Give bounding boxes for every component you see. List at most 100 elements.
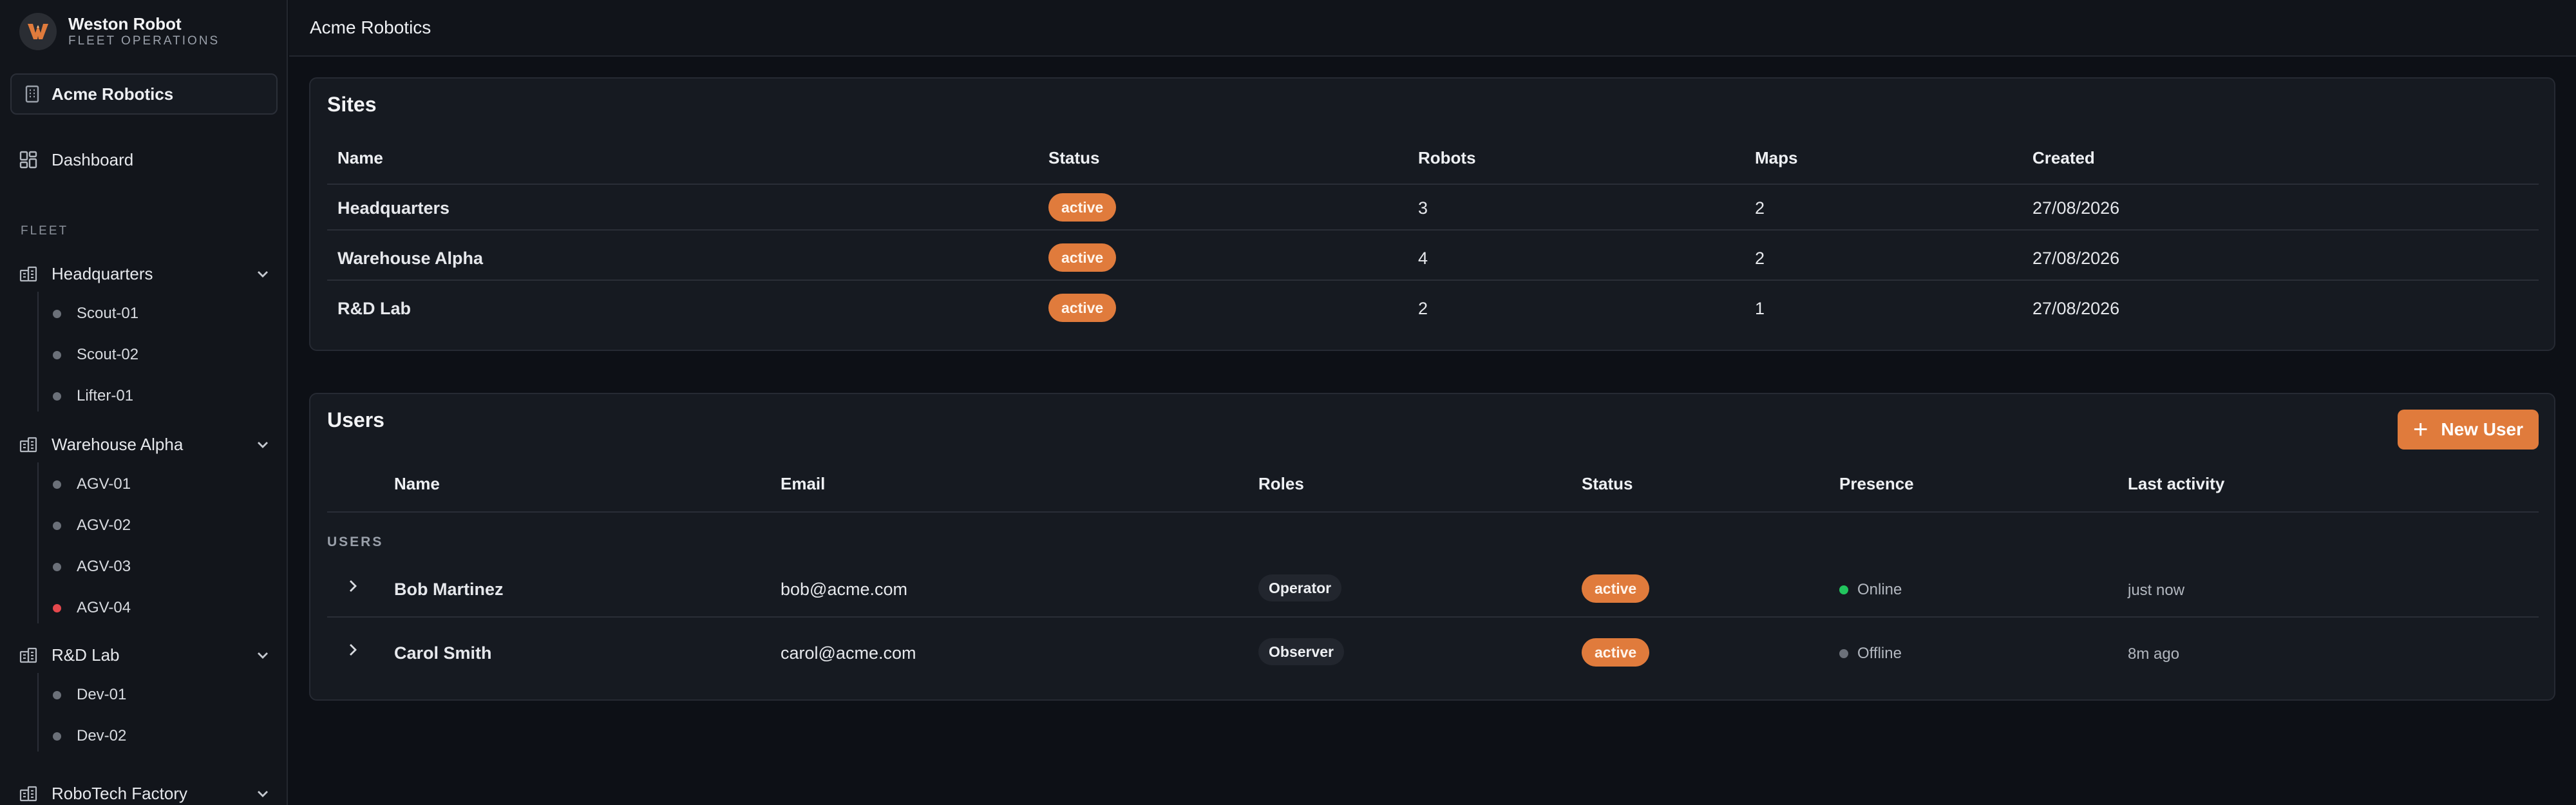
top-bar: Acme Robotics xyxy=(289,0,2576,57)
robot-status-dot xyxy=(53,562,61,571)
sites-col-created: Created xyxy=(2032,148,2095,167)
brand-subtitle: FLEET OPERATIONS xyxy=(68,34,220,48)
sidebar-group-label: RoboTech Factory xyxy=(52,783,187,803)
presence-dot xyxy=(1839,649,1848,658)
site-name[interactable]: R&D Lab xyxy=(337,299,411,319)
robot-status-dot xyxy=(53,350,61,359)
status-badge: active xyxy=(1582,574,1650,603)
sidebar-group-label: Warehouse Alpha xyxy=(52,434,184,454)
users-col-roles: Roles xyxy=(1258,474,1304,493)
presence-indicator: Online xyxy=(1839,581,1902,599)
chevron-right-icon[interactable] xyxy=(346,642,359,658)
chevron-down-icon[interactable] xyxy=(255,647,270,663)
sidebar-group-2[interactable]: R&D Lab xyxy=(19,641,270,669)
sites-col-robots: Robots xyxy=(1418,148,1476,167)
users-card: Users + New User Name Email Roles Status… xyxy=(309,393,2555,701)
nav-dashboard[interactable]: Dashboard xyxy=(19,146,133,174)
sidebar-robot-item[interactable]: Lifter-01 xyxy=(53,383,133,409)
org-switcher-label: Acme Robotics xyxy=(52,84,174,104)
chevron-down-icon[interactable] xyxy=(255,266,270,281)
site-name[interactable]: Headquarters xyxy=(337,198,450,218)
nav-dashboard-label: Dashboard xyxy=(52,149,134,169)
dashboard-icon xyxy=(19,151,37,169)
sidebar: Weston Robot FLEET OPERATIONS Acme Robot… xyxy=(0,0,288,805)
sidebar-group-0[interactable]: Headquarters xyxy=(19,260,270,288)
presence-dot xyxy=(1839,585,1848,594)
user-name[interactable]: Bob Martinez xyxy=(394,580,504,600)
sidebar-robot-item[interactable]: AGV-02 xyxy=(53,513,131,538)
last-activity: just now xyxy=(2128,582,2185,599)
role-chip: Observer xyxy=(1258,638,1345,665)
robot-label: Lifter-01 xyxy=(77,387,134,404)
chevron-right-icon[interactable] xyxy=(346,578,359,594)
site-maps-count: 2 xyxy=(1755,249,1765,268)
users-col-last-activity: Last activity xyxy=(2128,474,2225,493)
site-robots-count: 2 xyxy=(1418,299,1428,318)
robot-label: AGV-03 xyxy=(77,558,131,575)
robot-status-dot xyxy=(53,521,61,530)
presence-label: Online xyxy=(1857,581,1902,598)
users-col-status: Status xyxy=(1582,474,1633,493)
sites-col-status: Status xyxy=(1048,148,1100,167)
sidebar-group-3[interactable]: RoboTech Factory xyxy=(19,779,270,805)
site-maps-count: 1 xyxy=(1755,299,1765,318)
building-icon xyxy=(19,436,37,453)
chevron-down-icon[interactable] xyxy=(255,437,270,452)
sidebar-robot-item[interactable]: AGV-03 xyxy=(53,554,131,580)
sidebar-group-label: Headquarters xyxy=(52,263,153,283)
robot-status-dot xyxy=(53,732,61,741)
status-badge: active xyxy=(1582,638,1650,667)
sidebar-robot-item[interactable]: AGV-01 xyxy=(53,471,131,497)
building-icon xyxy=(19,785,37,802)
robot-label: AGV-01 xyxy=(77,475,131,493)
status-badge: active xyxy=(1048,294,1117,322)
users-col-presence: Presence xyxy=(1839,474,1914,493)
presence-label: Offline xyxy=(1857,645,1902,662)
new-user-button[interactable]: + New User xyxy=(2398,410,2539,450)
weston-logo-icon xyxy=(19,13,57,50)
sidebar-robot-item[interactable]: Dev-02 xyxy=(53,723,126,749)
user-name[interactable]: Carol Smith xyxy=(394,643,492,663)
site-created-date: 27/08/2026 xyxy=(2032,198,2120,218)
robot-status-dot xyxy=(53,392,61,401)
site-name[interactable]: Warehouse Alpha xyxy=(337,249,483,269)
users-col-email: Email xyxy=(781,474,826,493)
robot-label: Scout-01 xyxy=(77,305,139,322)
breadcrumb[interactable]: Acme Robotics xyxy=(310,17,431,38)
brand-name: Weston Robot xyxy=(68,14,182,33)
users-col-name: Name xyxy=(394,474,440,493)
fleet-section-label: FLEET xyxy=(21,224,69,238)
users-title: Users xyxy=(327,408,384,431)
site-created-date: 27/08/2026 xyxy=(2032,249,2120,268)
divider xyxy=(327,229,2539,231)
sidebar-group-1[interactable]: Warehouse Alpha xyxy=(19,430,270,459)
divider xyxy=(327,616,2539,618)
last-activity: 8m ago xyxy=(2128,645,2180,663)
plus-icon: + xyxy=(2413,415,2429,444)
status-badge: active xyxy=(1048,193,1117,222)
divider xyxy=(327,184,2539,185)
brand[interactable]: Weston Robot FLEET OPERATIONS xyxy=(19,13,220,50)
robot-status-dot xyxy=(53,690,61,699)
role-chip: Operator xyxy=(1258,574,1342,601)
users-group-label: USERS xyxy=(327,535,384,549)
robot-status-dot xyxy=(53,480,61,489)
robot-label: Dev-02 xyxy=(77,727,127,744)
sidebar-robot-item[interactable]: Scout-01 xyxy=(53,301,138,327)
divider xyxy=(327,279,2539,281)
user-email: carol@acme.com xyxy=(781,643,916,663)
robot-label: AGV-04 xyxy=(77,599,131,616)
building-icon xyxy=(19,647,37,663)
robot-status-dot xyxy=(53,603,61,612)
sidebar-robot-item[interactable]: Dev-01 xyxy=(53,682,126,708)
sites-col-maps: Maps xyxy=(1755,148,1798,167)
sidebar-robot-item[interactable]: AGV-04 xyxy=(53,595,131,621)
tree-line xyxy=(37,462,39,623)
org-switcher[interactable]: Acme Robotics xyxy=(10,73,278,115)
building-icon xyxy=(19,265,37,282)
chevron-down-icon[interactable] xyxy=(255,786,270,801)
sites-card: Sites Name Status Robots Maps Created He… xyxy=(309,77,2555,351)
site-created-date: 27/08/2026 xyxy=(2032,299,2120,318)
building-icon xyxy=(24,85,40,103)
sidebar-robot-item[interactable]: Scout-02 xyxy=(53,342,138,368)
